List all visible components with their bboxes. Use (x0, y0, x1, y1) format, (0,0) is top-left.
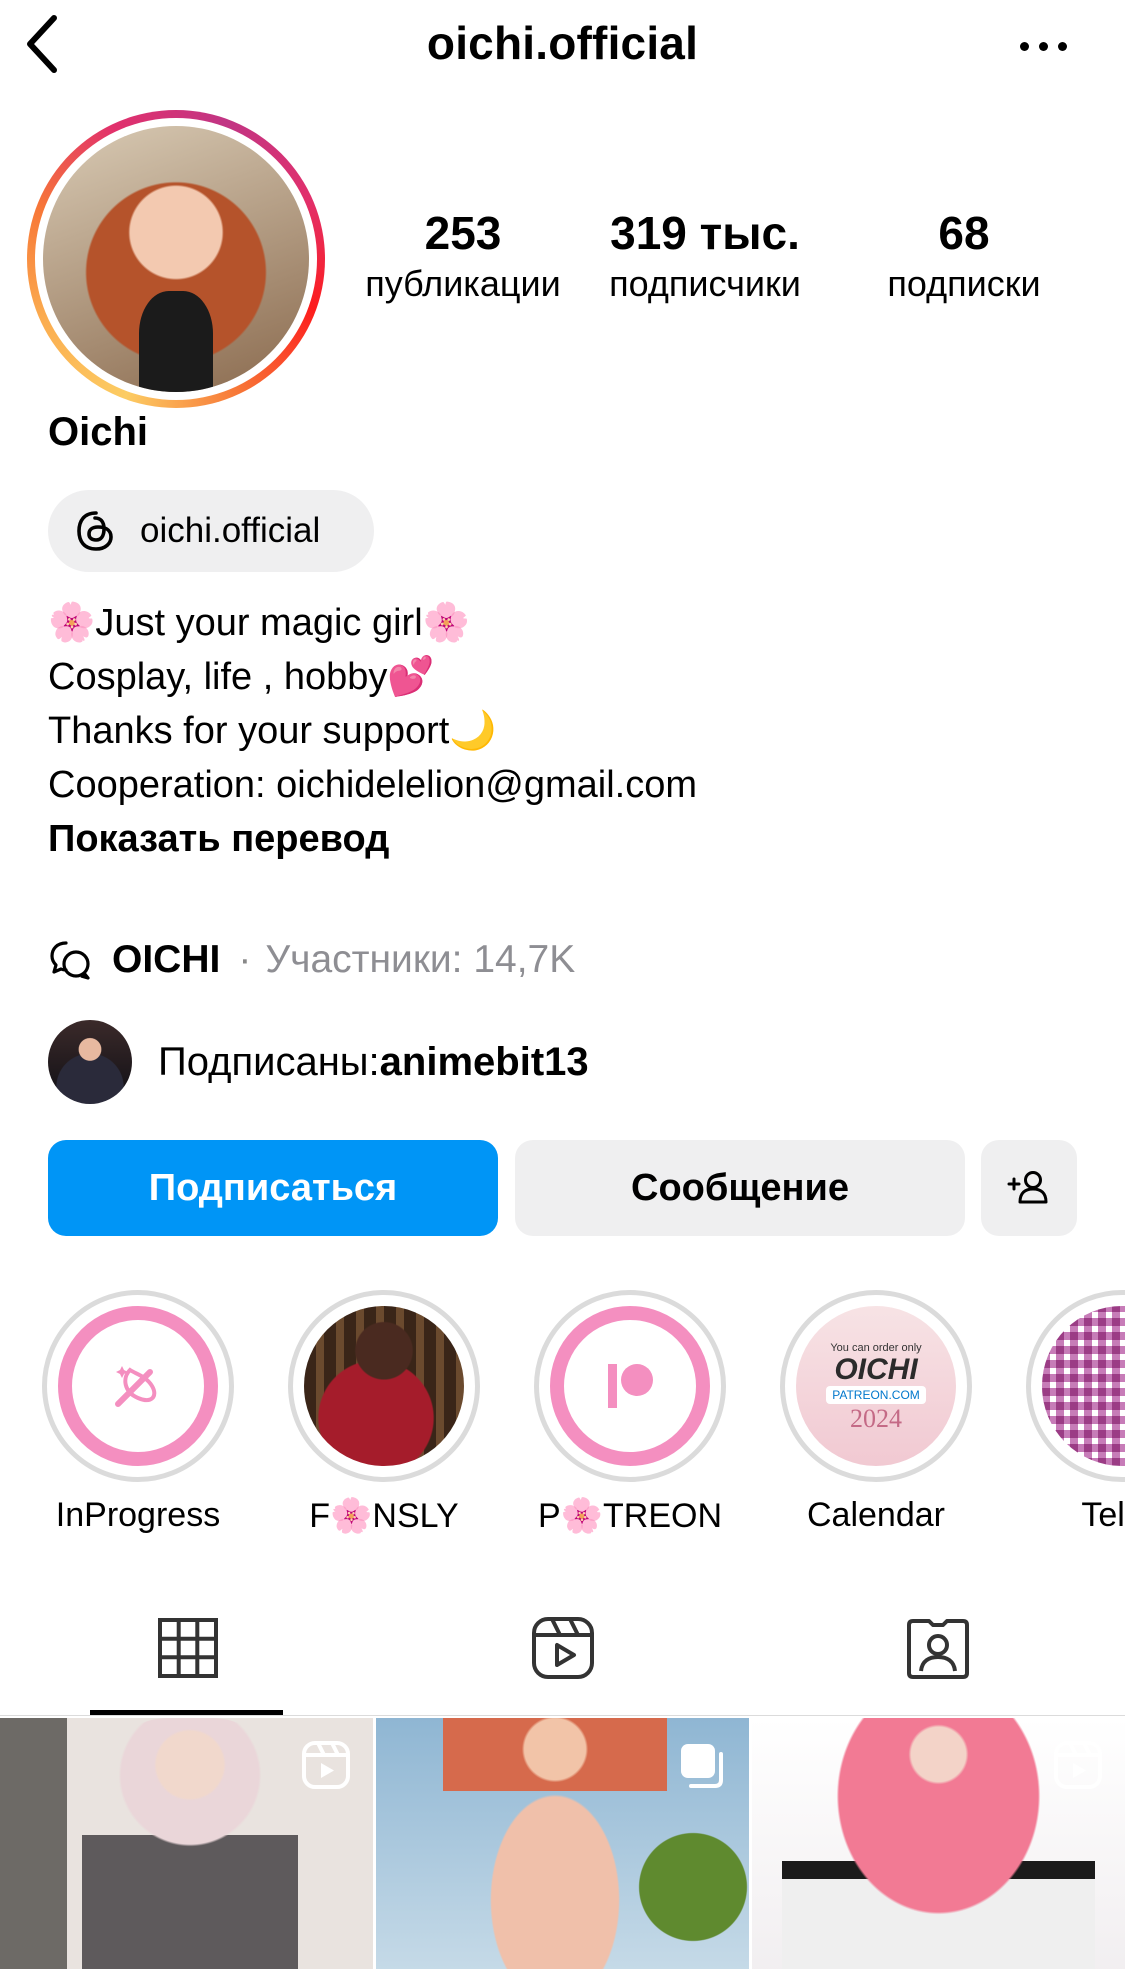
dot (1038, 41, 1048, 51)
threads-link-pill[interactable]: oichi.official (48, 490, 374, 572)
sparkle-pen-icon (115, 1366, 157, 1407)
post-image (443, 1718, 667, 1969)
post-thumbnail[interactable] (0, 1718, 373, 1969)
highlight-patreon[interactable]: P🌸TREON (530, 1290, 730, 1536)
avatar (48, 1020, 132, 1104)
grid-icon (157, 1618, 218, 1678)
followed-by-user: animebit13 (379, 1039, 589, 1084)
avatar-inner (35, 118, 317, 400)
suggested-users-button[interactable] (981, 1140, 1077, 1236)
page-title: oichi.official (426, 17, 699, 69)
highlight-ring (1026, 1290, 1125, 1482)
highlight-ring (288, 1290, 480, 1482)
post-thumbnail[interactable] (376, 1718, 749, 1969)
highlight-telegram[interactable]: Teleg (1022, 1290, 1125, 1535)
profile-bio: 🌸Just your magic girl🌸 Cosplay, life , h… (48, 596, 1098, 866)
message-button[interactable]: Сообщение (515, 1140, 965, 1236)
highlight-fansly[interactable]: F🌸NSLY (284, 1290, 484, 1536)
highlight-ring (534, 1290, 726, 1482)
post-image (781, 1718, 1096, 1969)
post-thumbnail[interactable] (752, 1718, 1125, 1969)
following-count: 68 (938, 207, 990, 259)
highlight-ring (42, 1290, 234, 1482)
highlight-cover (58, 1306, 218, 1466)
highlight-inprogress[interactable]: InProgress (38, 1290, 238, 1535)
tagged-person-icon (906, 1619, 969, 1679)
posts-label: публикации (365, 263, 561, 304)
highlight-label: Teleg (1081, 1496, 1125, 1534)
add-person-icon (1007, 1171, 1048, 1204)
separator: · (238, 938, 252, 981)
posts-count: 253 (424, 207, 502, 259)
dot (1057, 41, 1067, 51)
followers-label: подписчики (609, 263, 801, 304)
reel-icon (1054, 1741, 1102, 1789)
channel-name: OICHI (112, 938, 221, 981)
bio-line: Thanks for your support🌙 (48, 710, 497, 752)
profile-stats: 253 публикации 319 тыс. подписчики 68 по… (340, 205, 1110, 315)
active-tab-indicator (90, 1710, 283, 1715)
cover-link: PATREON.COM (826, 1386, 926, 1404)
highlight-label: InProgress (55, 1496, 221, 1534)
followers-stat[interactable]: 319 тыс. подписчики (594, 205, 816, 307)
cover-year: 2024 (850, 1404, 902, 1433)
more-options-button[interactable] (1010, 28, 1076, 64)
channel-members: Участники: 14,7K (265, 938, 576, 981)
highlight-label: P🌸TREON (537, 1497, 722, 1535)
highlight-cover: You can order only OICHI PATREON.COM 202… (796, 1306, 956, 1466)
dot (1019, 41, 1029, 51)
bio-line: 🌸Just your magic girl🌸 (48, 602, 470, 644)
top-bar: oichi.official (0, 0, 1125, 90)
chat-bubbles-icon (50, 941, 90, 980)
following-stat[interactable]: 68 подписки (850, 205, 1078, 307)
followed-by-prefix: Подписаны: (158, 1039, 380, 1084)
posts-grid (0, 1718, 1125, 1969)
avatar-detail (138, 290, 214, 392)
tab-posts-grid[interactable] (0, 1580, 375, 1716)
highlight-calendar[interactable]: You can order only OICHI PATREON.COM 202… (776, 1290, 976, 1535)
highlight-ring: You can order only OICHI PATREON.COM 202… (780, 1290, 972, 1482)
avatar (43, 126, 309, 392)
tab-tagged[interactable] (750, 1580, 1125, 1716)
broadcast-channel-row[interactable]: OICHI · Участники: 14,7K (48, 930, 575, 990)
highlight-cover (304, 1306, 464, 1466)
story-highlights: InProgress F🌸NSLY P🌸TREON You can order … (0, 1290, 1125, 1540)
reel-icon (302, 1741, 350, 1789)
carousel-icon (681, 1744, 723, 1788)
post-image (82, 1718, 299, 1969)
mutual-followers-row[interactable]: Подписаны: animebit13 (48, 1020, 589, 1104)
cover-brand: OICHI (834, 1353, 918, 1386)
threads-icon (77, 511, 113, 551)
show-translation-link[interactable]: Показать перевод (48, 812, 1098, 866)
profile-name: Oichi (48, 410, 149, 454)
profile-tabs (0, 1580, 1125, 1716)
follow-button[interactable]: Подписаться (48, 1140, 498, 1236)
highlight-label: Calendar (807, 1496, 945, 1534)
highlight-label: F🌸NSLY (309, 1497, 459, 1535)
highlight-cover (550, 1306, 710, 1466)
reels-icon (531, 1617, 594, 1679)
profile-avatar-story-ring[interactable] (27, 110, 325, 408)
posts-stat[interactable]: 253 публикации (352, 205, 574, 307)
bio-line: Cosplay, life , hobby💕 (48, 656, 435, 698)
following-label: подписки (887, 263, 1041, 304)
followers-count: 319 тыс. (610, 207, 800, 259)
highlight-cover (1042, 1306, 1125, 1466)
threads-handle: oichi.official (140, 511, 321, 550)
bio-email[interactable]: Cooperation: oichidelelion@gmail.com (48, 758, 1098, 812)
tab-reels[interactable] (375, 1580, 750, 1716)
patreon-icon (608, 1364, 653, 1408)
